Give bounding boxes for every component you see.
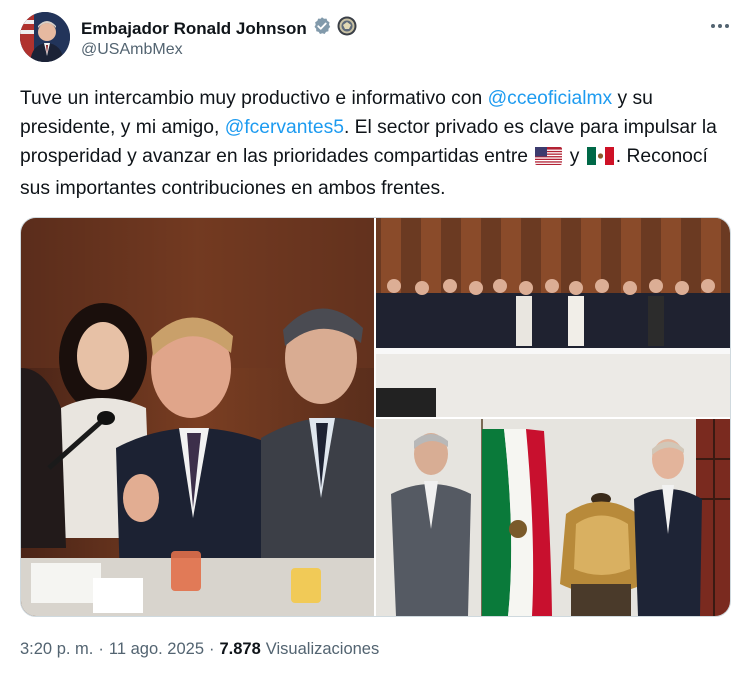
tweet-meta: 3:20 p. m. · 11 ago. 2025 · 7.878 Visual… bbox=[20, 640, 379, 659]
us-flag-icon bbox=[535, 145, 563, 174]
verified-badge-icon bbox=[312, 16, 332, 41]
author-name[interactable]: Embajador Ronald Johnson bbox=[81, 19, 307, 39]
tweet-time[interactable]: 3:20 p. m. bbox=[20, 640, 93, 659]
tweet-header: Embajador Ronald Johnson @USAmbMex bbox=[20, 12, 732, 66]
tweet-text: Tuve un intercambio muy productivo e inf… bbox=[20, 84, 725, 203]
mx-flag-icon bbox=[586, 145, 614, 174]
tweet-text-part: y bbox=[564, 146, 585, 167]
views-count: 7.878 bbox=[219, 640, 261, 658]
photo-meeting-speech[interactable] bbox=[21, 218, 374, 616]
separator-dot: · bbox=[98, 640, 104, 658]
tweet-date[interactable]: 11 ago. 2025 bbox=[109, 640, 204, 659]
more-options-icon[interactable] bbox=[708, 18, 732, 34]
author-handle[interactable]: @USAmbMex bbox=[81, 41, 183, 59]
separator-dot: · bbox=[209, 640, 215, 658]
mention-link[interactable]: @cceoficialmx bbox=[488, 88, 613, 109]
views-label: Visualizaciones bbox=[265, 640, 380, 658]
photo-flag-saddle[interactable] bbox=[376, 419, 730, 616]
tweet-text-part: Tuve un intercambio muy productivo e inf… bbox=[20, 88, 488, 109]
mention-link[interactable]: @fcervantes5 bbox=[225, 117, 344, 138]
media-grid[interactable] bbox=[20, 217, 731, 617]
photo-group-picture[interactable] bbox=[376, 218, 730, 417]
avatar[interactable] bbox=[20, 12, 70, 62]
government-seal-icon bbox=[337, 16, 357, 41]
